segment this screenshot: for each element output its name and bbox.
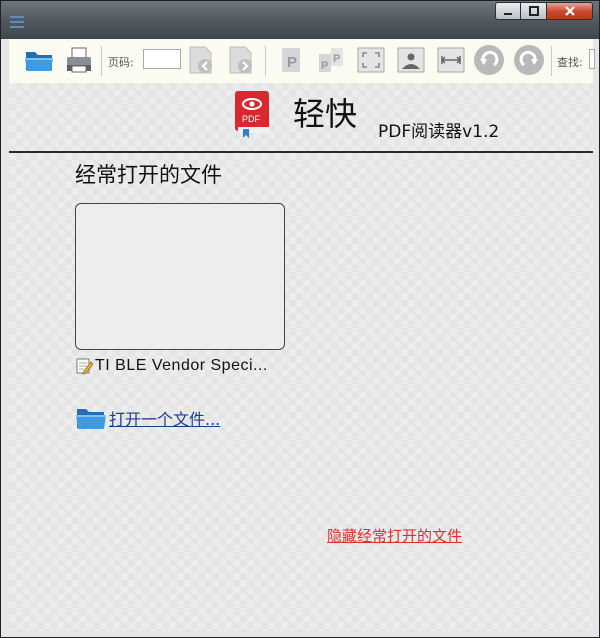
pdf-book-logo-icon: PDF bbox=[235, 91, 269, 138]
fullscreen-icon bbox=[357, 47, 385, 73]
open-file-row[interactable]: 打开一个文件... bbox=[75, 405, 275, 429]
fullscreen-button[interactable] bbox=[355, 44, 387, 76]
next-page-button[interactable] bbox=[225, 44, 257, 76]
title-bar[interactable] bbox=[1, 1, 599, 39]
app-subtitle: PDF阅读器v1.2 bbox=[378, 122, 500, 142]
close-icon bbox=[564, 6, 575, 16]
rotate-right-button[interactable] bbox=[513, 44, 545, 76]
single-page-icon: P bbox=[282, 48, 300, 72]
start-page: PDF 轻快 PDF阅读器v1.2 经常打开的文件 TI BLE Vendor … bbox=[9, 83, 593, 631]
open-file-link[interactable]: 打开一个文件... bbox=[109, 406, 220, 430]
app-menu-icon[interactable] bbox=[9, 14, 25, 28]
minimize-button[interactable] bbox=[495, 2, 521, 20]
fit-page-icon bbox=[397, 47, 425, 73]
maximize-icon bbox=[528, 6, 539, 16]
hide-recent-link[interactable]: 隐藏经常打开的文件 bbox=[327, 525, 462, 546]
continuous-page-icon: P P bbox=[319, 48, 343, 72]
toolbar: 页码: P P P 查找: bbox=[9, 39, 595, 84]
fit-width-button[interactable] bbox=[435, 44, 467, 76]
svg-text:P: P bbox=[333, 53, 340, 65]
close-button[interactable] bbox=[547, 2, 593, 20]
page-label: 页码: bbox=[108, 56, 134, 69]
search-input[interactable] bbox=[589, 49, 595, 69]
recent-file-thumbnail[interactable] bbox=[75, 203, 285, 350]
single-page-button[interactable]: P bbox=[275, 44, 307, 76]
fit-page-button[interactable] bbox=[395, 44, 427, 76]
app-window: 页码: P P P 查找: PDF 轻快 PDF阅读器v1.2 经常打开的文件 … bbox=[0, 0, 600, 638]
svg-text:P: P bbox=[321, 60, 328, 72]
minimize-icon bbox=[504, 13, 512, 15]
recent-file-name[interactable]: TI BLE Vendor Speci... bbox=[95, 357, 268, 375]
printer-icon bbox=[67, 47, 91, 73]
document-edit-icon bbox=[75, 357, 94, 379]
rotate-left-button[interactable] bbox=[473, 44, 505, 76]
prev-page-button[interactable] bbox=[185, 44, 217, 76]
fit-width-icon bbox=[437, 47, 465, 73]
maximize-button[interactable] bbox=[521, 2, 547, 20]
recent-files-title: 经常打开的文件 bbox=[75, 163, 222, 187]
app-name: 轻快 bbox=[293, 95, 358, 133]
folder-icon bbox=[76, 409, 106, 429]
open-folder-button[interactable] bbox=[23, 44, 55, 76]
rotate-right-icon bbox=[514, 45, 544, 75]
print-button[interactable] bbox=[63, 44, 95, 76]
rotate-left-icon bbox=[474, 45, 504, 75]
svg-text:PDF: PDF bbox=[242, 114, 261, 124]
search-label: 查找: bbox=[557, 56, 583, 69]
app-header: PDF 轻快 PDF阅读器v1.2 bbox=[9, 83, 593, 153]
continuous-page-button[interactable]: P P bbox=[315, 44, 347, 76]
recent-file-item[interactable]: TI BLE Vendor Speci... bbox=[75, 357, 295, 379]
page-number-input[interactable] bbox=[143, 49, 181, 69]
prev-page-icon bbox=[189, 46, 212, 74]
svg-text:P: P bbox=[287, 54, 297, 71]
next-page-icon bbox=[229, 46, 252, 74]
folder-icon bbox=[25, 52, 53, 71]
